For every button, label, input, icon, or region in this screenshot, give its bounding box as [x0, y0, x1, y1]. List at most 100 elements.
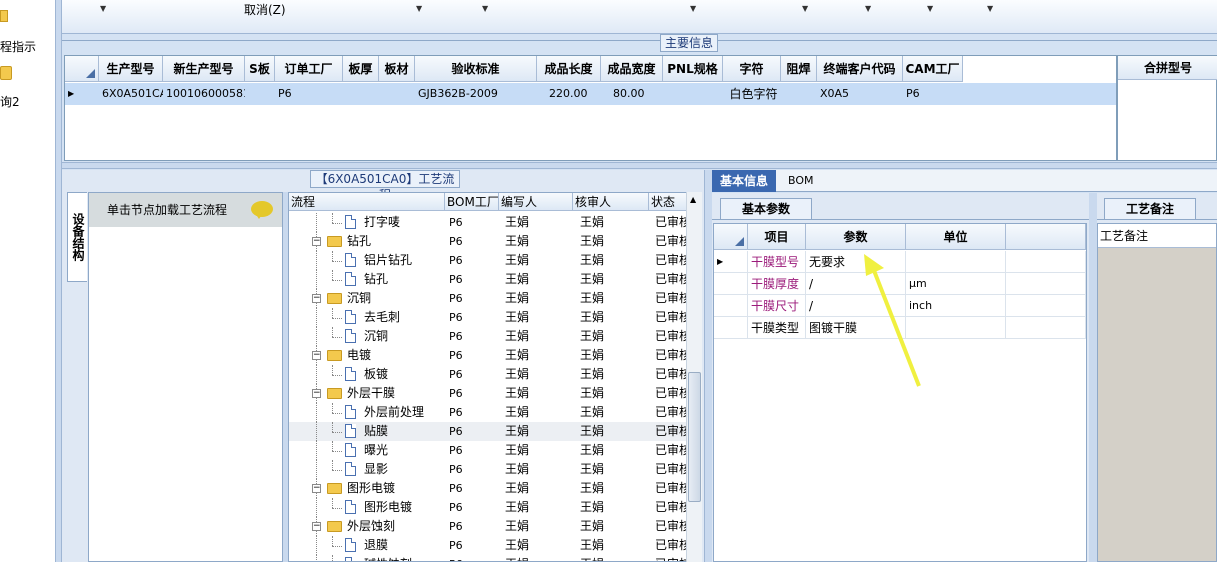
tree-cell-bom: P6: [449, 368, 463, 381]
collapse-icon[interactable]: −: [312, 389, 321, 398]
param-row[interactable]: 干膜厚度 / μm: [714, 273, 1086, 295]
row-indicator-header: [714, 224, 748, 250]
tree-column-header[interactable]: 编写人: [499, 193, 573, 211]
param-cell-value[interactable]: 图镀干膜: [806, 317, 906, 339]
tree-row[interactable]: 沉铜 P6 王娟 王娟 已审核: [289, 327, 689, 346]
column-header[interactable]: 生产型号: [99, 56, 163, 82]
tree-row[interactable]: 显影 P6 王娟 王娟 已审核: [289, 460, 689, 479]
tree-row[interactable]: − 电镀 P6 王娟 王娟 已审核: [289, 346, 689, 365]
tree-cell-reviewer: 王娟: [580, 367, 605, 381]
right-splitter[interactable]: [704, 170, 712, 562]
column-header[interactable]: 成品宽度: [601, 56, 663, 82]
tree-line: [332, 422, 333, 432]
dropdown-arrow-icon[interactable]: ▼: [865, 4, 871, 13]
cancel-button[interactable]: 取消(Z): [244, 1, 286, 18]
param-cell-value[interactable]: 无要求: [806, 251, 906, 273]
param-column-header[interactable]: 参数: [806, 224, 906, 250]
tree-cell-reviewer: 王娟: [580, 555, 649, 561]
row-pointer-icon: [714, 295, 748, 317]
document-icon: [345, 272, 356, 286]
column-header[interactable]: 板厚: [343, 56, 379, 82]
dropdown-arrow-icon[interactable]: ▼: [690, 4, 696, 13]
scrollbar-thumb[interactable]: [688, 372, 701, 502]
tree-row[interactable]: 打字唛 P6 王娟 王娟 已审核: [289, 213, 689, 232]
dropdown-arrow-icon[interactable]: ▼: [802, 4, 808, 13]
tree-scrollbar[interactable]: ▲: [686, 192, 702, 562]
dropdown-arrow-icon[interactable]: ▼: [416, 4, 422, 13]
collapse-icon[interactable]: −: [312, 237, 321, 246]
param-row[interactable]: 干膜尺寸 / inch: [714, 295, 1086, 317]
tree-row[interactable]: − 钻孔 P6 王娟 王娟 已审核: [289, 232, 689, 251]
tab-bom[interactable]: BOM: [788, 170, 814, 192]
tree-column-header[interactable]: BOM工厂: [445, 193, 499, 211]
nav-item-label[interactable]: 程指示: [0, 38, 36, 55]
tree-row[interactable]: − 外层蚀刻 P6 王娟 王娟 已审核: [289, 517, 689, 536]
tree-row[interactable]: 图形电镀 P6 王娟 王娟 已审核: [289, 498, 689, 517]
remark-splitter[interactable]: [1089, 193, 1097, 562]
column-header[interactable]: 阻焊: [781, 56, 817, 82]
tree-row[interactable]: 退膜 P6 王娟 王娟 已审核: [289, 536, 689, 555]
column-header[interactable]: 板材: [379, 56, 415, 82]
column-header[interactable]: CAM工厂: [903, 56, 963, 82]
column-header[interactable]: 订单工厂: [275, 56, 343, 82]
tree-column-header[interactable]: 核审人: [573, 193, 649, 211]
remark-tab[interactable]: 工艺备注: [1104, 198, 1196, 220]
column-header[interactable]: 字符: [723, 56, 781, 82]
tree-row[interactable]: − 沉铜 P6 王娟 王娟 已审核: [289, 289, 689, 308]
collapse-icon[interactable]: −: [312, 294, 321, 303]
params-tab[interactable]: 基本参数: [720, 198, 812, 220]
param-cell-value[interactable]: /: [806, 273, 906, 295]
tree-cell-name: 钻孔: [347, 234, 372, 248]
search-folder-icon: [0, 66, 12, 80]
table-cell: [781, 83, 817, 105]
nav-item-label[interactable]: 询2: [0, 93, 20, 110]
param-column-header[interactable]: 项目: [748, 224, 806, 250]
column-header[interactable]: 终端客户代码: [817, 56, 903, 82]
tree-cell-name: 外层干膜: [347, 386, 396, 400]
tree-row[interactable]: 板镀 P6 王娟 王娟 已审核: [289, 365, 689, 384]
tree-row[interactable]: 铝片钻孔 P6 王娟 王娟 已审核: [289, 251, 689, 270]
param-row[interactable]: 干膜类型 图镀干膜: [714, 317, 1086, 339]
tree-line: [332, 308, 333, 318]
tree-column-header[interactable]: 状态: [649, 193, 689, 211]
param-cell-item: 干膜厚度: [748, 273, 806, 295]
tree-row[interactable]: 贴膜 P6 王娟 王娟 已审核: [289, 422, 689, 441]
column-header[interactable]: 成品长度: [537, 56, 601, 82]
collapse-icon[interactable]: −: [312, 351, 321, 360]
process-tab[interactable]: 【6X0A501CA0】工艺流程: [310, 170, 460, 202]
tree-row[interactable]: 钻孔 P6 王娟 王娟 已审核: [289, 270, 689, 289]
dropdown-arrow-icon[interactable]: ▼: [100, 4, 106, 13]
tree-line: [316, 213, 317, 232]
document-icon: [345, 310, 356, 324]
dropdown-arrow-icon[interactable]: ▼: [987, 4, 993, 13]
tree-row[interactable]: 去毛刺 P6 王娟 王娟 已审核: [289, 308, 689, 327]
column-header[interactable]: S板: [245, 56, 275, 82]
column-header[interactable]: 新生产型号: [163, 56, 245, 82]
tree-row[interactable]: 曝光 P6 王娟 王娟 已审核: [289, 441, 689, 460]
param-cell-item: 干膜类型: [748, 317, 806, 339]
tree-column-header[interactable]: 流程: [289, 193, 445, 211]
tree-cell-reviewer: 王娟: [580, 215, 605, 229]
dropdown-arrow-icon[interactable]: ▼: [482, 4, 488, 13]
column-header[interactable]: 验收标准: [415, 56, 537, 82]
collapse-icon[interactable]: −: [312, 484, 321, 493]
vertical-tab-equipment[interactable]: 设备结构: [67, 192, 87, 282]
tree-line: [332, 213, 333, 223]
param-row[interactable]: ▶ 干膜型号 无要求: [714, 251, 1086, 273]
tree-line: [316, 498, 317, 517]
table-cell: [245, 83, 275, 105]
param-column-header[interactable]: 单位: [906, 224, 1006, 250]
tree-row[interactable]: 碱性蚀刻P6王娟王娟已审核: [289, 555, 689, 561]
remark-area[interactable]: 工艺备注: [1097, 223, 1217, 562]
tree-row[interactable]: 外层前处理 P6 王娟 王娟 已审核: [289, 403, 689, 422]
tree-row[interactable]: − 外层干膜 P6 王娟 王娟 已审核: [289, 384, 689, 403]
collapse-icon[interactable]: −: [312, 522, 321, 531]
param-column-header-empty: [1006, 224, 1086, 250]
param-cell-value[interactable]: /: [806, 295, 906, 317]
horizontal-splitter[interactable]: [62, 162, 1217, 169]
tree-row[interactable]: − 图形电镀 P6 王娟 王娟 已审核: [289, 479, 689, 498]
dropdown-arrow-icon[interactable]: ▼: [927, 4, 933, 13]
scroll-up-icon[interactable]: ▲: [690, 195, 696, 204]
column-header[interactable]: PNL规格: [663, 56, 723, 82]
tab-basic-info[interactable]: 基本信息: [712, 170, 776, 192]
